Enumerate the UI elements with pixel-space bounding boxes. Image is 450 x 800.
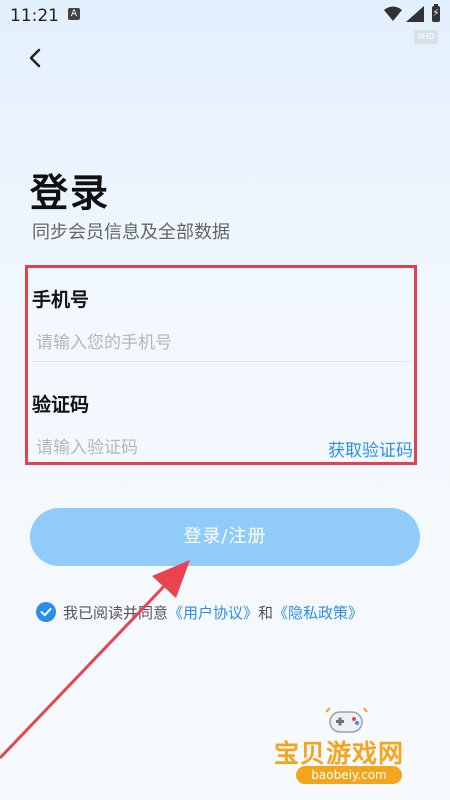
- corner-badge: 6HD: [414, 30, 438, 44]
- chevron-left-icon: [29, 48, 41, 68]
- annotation-arrow: [0, 560, 190, 760]
- phone-label: 手机号: [32, 289, 90, 311]
- page-title: 登录: [30, 171, 111, 215]
- agreement-conjunction: 和: [258, 604, 274, 622]
- watermark-name: 宝贝游戏网: [274, 739, 405, 768]
- battery-icon: ⚡: [432, 4, 440, 22]
- wifi-icon: [384, 6, 402, 21]
- page-subtitle: 同步会员信息及全部数据: [32, 222, 230, 243]
- watermark-url: baobeiy.com: [296, 766, 402, 784]
- privacy-policy-link[interactable]: 《隐私政策》: [273, 604, 363, 622]
- gamepad-icon: [325, 707, 368, 733]
- back-button[interactable]: [22, 42, 52, 74]
- login-register-button[interactable]: 登录/注册: [30, 508, 420, 566]
- watermark-logo: 宝贝游戏网 baobeiy.com: [272, 706, 422, 791]
- get-code-button[interactable]: 获取验证码: [328, 436, 413, 461]
- status-bar: 11:21 A ⚡: [0, 0, 450, 30]
- notification-a-icon: A: [68, 8, 80, 20]
- phone-input[interactable]: [36, 330, 406, 356]
- verification-code-input[interactable]: [36, 435, 316, 461]
- signal-icon: [406, 6, 424, 22]
- status-time: 11:21: [10, 6, 59, 26]
- verification-code-label: 验证码: [32, 394, 90, 416]
- phone-divider: [32, 361, 412, 362]
